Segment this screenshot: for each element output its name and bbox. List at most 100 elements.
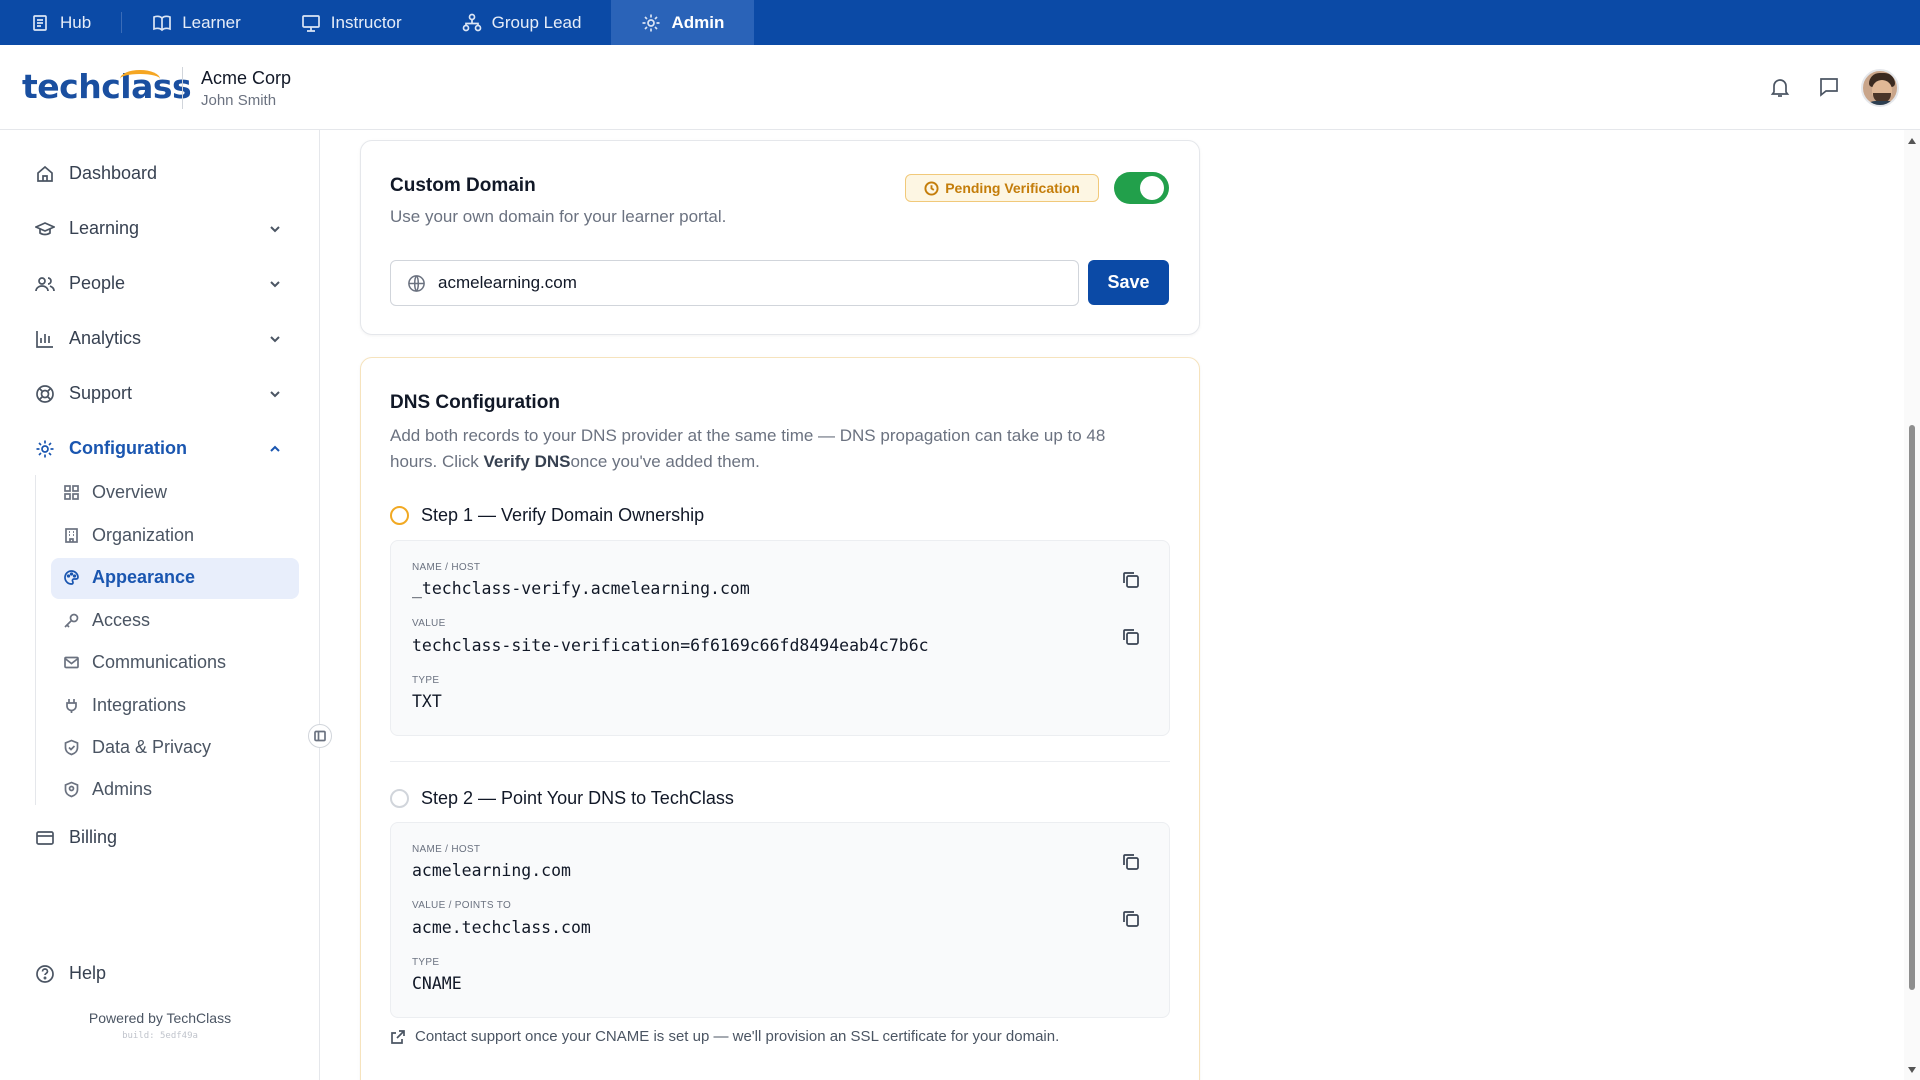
custom-domain-title: Custom Domain [390, 175, 536, 196]
sidebar-subitem-label: Admins [92, 779, 153, 799]
sidebar-subitem-appearance[interactable]: Appearance [63, 567, 195, 588]
sidebar-subitem-organization[interactable]: Organization [63, 525, 194, 546]
sidebar-item-billing[interactable]: Billing [35, 827, 117, 848]
chevron-down-icon[interactable] [268, 277, 282, 291]
techclass-logo[interactable]: techclass [22, 67, 192, 106]
org-chart-icon [462, 13, 482, 31]
top-nav: Hub Learner Instructor Group Lead Admin [0, 0, 1920, 45]
grid-icon [64, 485, 79, 500]
domain-input-value: acmelearning.com [438, 273, 577, 292]
record-name-label: NAME / HOST [412, 562, 481, 573]
sidebar-subitem-overview[interactable]: Overview [63, 482, 167, 503]
topnav-learner[interactable]: Learner [122, 0, 271, 45]
record-name-value: acmelearning.com [412, 861, 571, 880]
chevron-down-icon[interactable] [268, 387, 282, 401]
collapse-sidebar-button[interactable] [308, 724, 332, 748]
step-divider [390, 761, 1170, 762]
sidebar-item-people[interactable]: People [35, 273, 125, 294]
admin-shield-icon [64, 781, 79, 798]
chat-icon[interactable] [1817, 75, 1841, 99]
header: techclass Acme Corp John Smith [0, 45, 1920, 130]
key-icon [64, 613, 79, 628]
copy-icon[interactable] [1120, 626, 1142, 648]
topnav-group-lead[interactable]: Group Lead [432, 0, 612, 45]
dns-desc-text: Add both records to your DNS provider at… [390, 426, 1106, 445]
shield-icon [64, 739, 79, 756]
sidebar-item-configuration[interactable]: Configuration [35, 438, 187, 459]
logo-arc [120, 70, 160, 88]
sidebar-item-support[interactable]: Support [35, 383, 132, 404]
sidebar-item-label: People [69, 273, 126, 293]
sidebar: Dashboard Learning People Analytics Supp… [0, 130, 332, 1080]
step-2-record: NAME / HOST acmelearning.com VALUE / POI… [390, 822, 1170, 1018]
chevron-up-icon[interactable] [268, 442, 282, 456]
hub-icon [33, 14, 47, 31]
dns-desc-text: hours. Click [390, 452, 484, 471]
submenu-guide-line [35, 475, 36, 805]
header-divider [182, 67, 183, 109]
record-type-label: TYPE [412, 957, 440, 968]
home-icon [37, 165, 53, 182]
status-badge: Pending Verification [905, 174, 1099, 202]
sidebar-item-dashboard[interactable]: Dashboard [35, 163, 157, 184]
chevron-down-icon[interactable] [268, 332, 282, 346]
sidebar-subitem-label: Integrations [92, 695, 187, 715]
sidebar-item-label: Configuration [69, 438, 187, 458]
bell-icon[interactable] [1768, 75, 1792, 99]
record-value-value: techclass-site-verification=6f6169c66fd8… [412, 636, 929, 655]
building-icon [65, 528, 78, 543]
sidebar-toggle-icon [314, 730, 326, 742]
step-1-header: Step 1 — Verify Domain Ownership [390, 505, 704, 526]
sidebar-item-help[interactable]: Help [35, 963, 106, 984]
sidebar-subitem-data-privacy[interactable]: Data & Privacy [63, 737, 211, 758]
scroll-down-arrow[interactable] [1908, 1067, 1916, 1073]
custom-domain-toggle[interactable] [1114, 172, 1169, 204]
topnav-hub-label: Hub [60, 12, 92, 32]
sidebar-item-label: Learning [69, 218, 140, 238]
sidebar-subitem-label: Communications [92, 652, 227, 672]
topnav-instructor[interactable]: Instructor [271, 0, 432, 45]
verify-dns-emphasis: Verify DNS [483, 452, 571, 471]
sidebar-subitem-admins[interactable]: Admins [63, 779, 152, 800]
clock-icon [924, 180, 939, 196]
topnav-instructor-label: Instructor [330, 12, 402, 32]
topnav-group-lead-label: Group Lead [491, 12, 582, 32]
copy-icon[interactable] [1120, 569, 1142, 591]
topnav-admin[interactable]: Admin [611, 0, 755, 45]
save-button[interactable]: Save [1088, 260, 1169, 305]
graduation-cap-icon [35, 221, 55, 235]
lifebuoy-icon [36, 384, 54, 403]
org-name: Acme Corp [201, 68, 292, 88]
record-type-value: TXT [412, 692, 442, 711]
scrollbar-thumb[interactable] [1909, 425, 1915, 990]
record-value-label: VALUE [412, 618, 446, 629]
copy-icon[interactable] [1120, 908, 1142, 930]
powered-by-text: Powered by TechClass [88, 1010, 232, 1026]
credit-card-icon [36, 830, 54, 845]
scrollbar[interactable] [1904, 130, 1920, 1080]
topnav-hub[interactable]: Hub [0, 0, 121, 45]
gear-icon [642, 14, 660, 31]
sidebar-item-analytics[interactable]: Analytics [35, 328, 141, 349]
step-incomplete-indicator [390, 789, 409, 808]
dns-desc-text: once you've added them. [570, 452, 760, 471]
sidebar-item-learning[interactable]: Learning [35, 218, 139, 239]
external-link-icon[interactable] [390, 1029, 406, 1045]
copy-icon[interactable] [1120, 851, 1142, 873]
sidebar-subitem-integrations[interactable]: Integrations [63, 695, 186, 716]
chevron-down-icon[interactable] [268, 222, 282, 236]
domain-input[interactable]: acmelearning.com [390, 260, 1079, 306]
sidebar-item-label: Billing [69, 827, 118, 847]
sidebar-subitem-access[interactable]: Access [63, 610, 150, 631]
sidebar-subitem-label: Organization [92, 525, 195, 545]
user-name: John Smith [201, 92, 277, 109]
sidebar-item-label: Help [69, 963, 107, 983]
help-circle-icon [36, 964, 54, 983]
avatar[interactable] [1861, 69, 1899, 107]
sidebar-subitem-label: Appearance [92, 567, 196, 587]
sidebar-subitem-communications[interactable]: Communications [63, 652, 226, 673]
dns-configuration-title: DNS Configuration [390, 392, 560, 413]
sidebar-subitem-label: Data & Privacy [92, 737, 212, 757]
scroll-up-arrow[interactable] [1908, 138, 1916, 144]
build-version: build: 5edf49a [122, 1031, 198, 1041]
